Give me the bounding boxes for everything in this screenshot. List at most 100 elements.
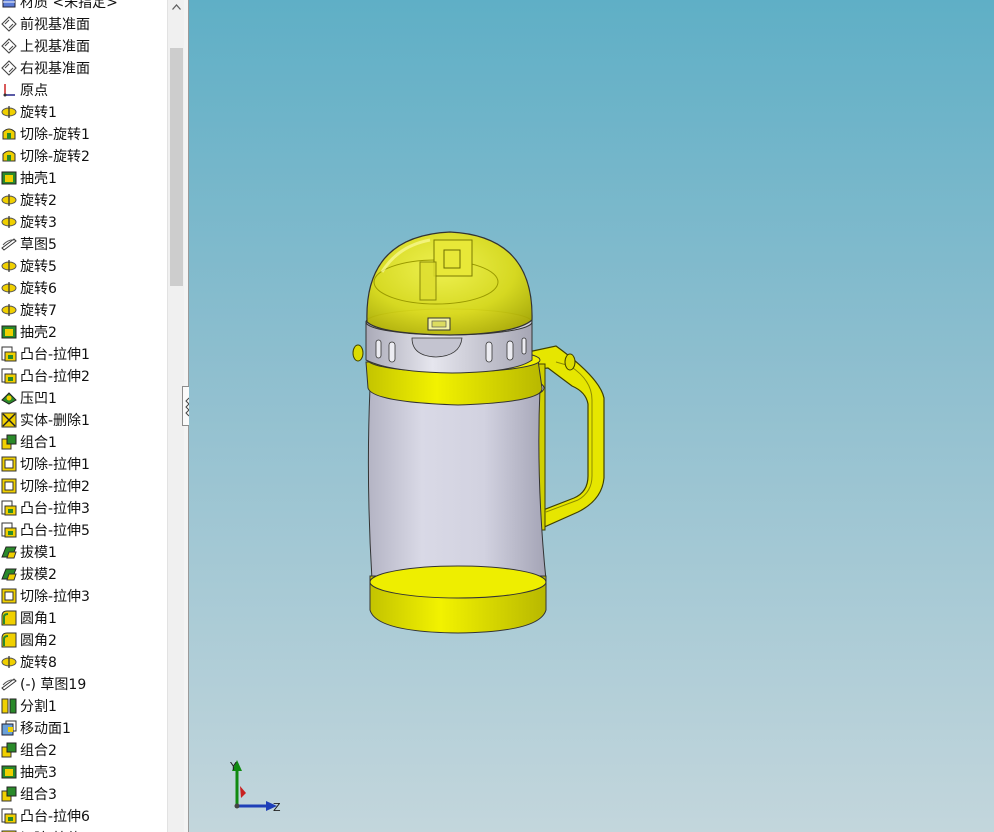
tree-item-label: 旋转5	[20, 259, 57, 275]
tree-item[interactable]: 压凹1	[0, 387, 167, 409]
tree-item[interactable]: 组合2	[0, 739, 167, 761]
tree-item-label: 凸台-拉伸2	[20, 369, 90, 385]
tree-item-label: 旋转7	[20, 303, 57, 319]
tree-item[interactable]: 草图5	[0, 233, 167, 255]
tree-item-label: 组合1	[20, 435, 57, 451]
tree-item[interactable]: 旋转8	[0, 651, 167, 673]
boss-extrude-icon	[1, 500, 17, 516]
tree-item[interactable]: 原点	[0, 79, 167, 101]
tree-item-label: 抽壳1	[20, 171, 57, 187]
tree-item-label: 旋转6	[20, 281, 57, 297]
thermos-bottle-model[interactable]: Y Z	[189, 0, 994, 832]
tree-item[interactable]: 凸台-拉伸5	[0, 519, 167, 541]
fillet-icon	[1, 610, 17, 626]
tree-item[interactable]: 切除-拉伸1	[0, 453, 167, 475]
tree-item[interactable]: 切除-旋转2	[0, 145, 167, 167]
move-face-icon	[1, 720, 17, 736]
tree-item[interactable]: 凸台-拉伸1	[0, 343, 167, 365]
boss-extrude-icon	[1, 522, 17, 538]
tree-item[interactable]: 组合3	[0, 783, 167, 805]
draft-icon	[1, 544, 17, 560]
scroll-up-arrow[interactable]	[168, 0, 185, 14]
tree-item[interactable]: 实体-删除1	[0, 409, 167, 431]
tree-item[interactable]: 旋转7	[0, 299, 167, 321]
combine-icon	[1, 786, 17, 802]
cut-revolve-icon	[1, 126, 17, 142]
tree-item[interactable]: 组合1	[0, 431, 167, 453]
tree-item-label: 上视基准面	[20, 39, 90, 55]
tree-item-label: 原点	[20, 83, 48, 99]
tree-item-label: 旋转3	[20, 215, 57, 231]
bottle-body	[365, 347, 547, 634]
revolve-icon	[1, 280, 17, 296]
boss-extrude-icon	[1, 368, 17, 384]
tree-item[interactable]: 上视基准面	[0, 35, 167, 57]
tree-item-label: 切除-拉伸4	[20, 828, 90, 832]
tree-item[interactable]: 旋转3	[0, 211, 167, 233]
origin-icon	[1, 82, 17, 98]
tree-item-label: 抽壳2	[20, 325, 57, 341]
tree-item[interactable]: 凸台-拉伸6	[0, 805, 167, 827]
tree-item-label: 切除-拉伸3	[20, 589, 90, 605]
tree-item[interactable]: 前视基准面	[0, 13, 167, 35]
tree-item[interactable]: 拔模2	[0, 563, 167, 585]
tree-item-label: 抽壳3	[20, 765, 57, 781]
tree-item[interactable]: 右视基准面	[0, 57, 167, 79]
tree-item-label: 右视基准面	[20, 61, 90, 77]
tree-item[interactable]: 切除-旋转1	[0, 123, 167, 145]
tree-item-label: 移动面1	[20, 721, 71, 737]
tree-item[interactable]: (-) 草图19	[0, 673, 167, 695]
tree-item[interactable]: 抽壳3	[0, 761, 167, 783]
tree-item[interactable]: 圆角1	[0, 607, 167, 629]
tree-item-label: 凸台-拉伸1	[20, 347, 90, 363]
cut-revolve-icon	[1, 148, 17, 164]
tree-item[interactable]: 切除-拉伸3	[0, 585, 167, 607]
tree-item[interactable]: 凸台-拉伸2	[0, 365, 167, 387]
tree-item[interactable]: 移动面1	[0, 717, 167, 739]
graphics-viewport[interactable]: Y Z	[189, 0, 994, 832]
tree-item[interactable]: 旋转5	[0, 255, 167, 277]
tree-item[interactable]: 切除-拉伸2	[0, 475, 167, 497]
tree-item[interactable]: 材质 <未指定>	[0, 0, 167, 13]
tree-item[interactable]: 凸台-拉伸3	[0, 497, 167, 519]
cut-extrude-icon	[1, 456, 17, 472]
split-icon	[1, 698, 17, 714]
tree-item[interactable]: 旋转2	[0, 189, 167, 211]
tree-item-label: 凸台-拉伸3	[20, 501, 90, 517]
tree-item-label: 压凹1	[20, 391, 57, 407]
tree-item-label: 旋转8	[20, 655, 57, 671]
combine-icon	[1, 434, 17, 450]
tree-item[interactable]: 切除-拉伸4	[0, 827, 167, 832]
shell-icon	[1, 764, 17, 780]
tree-item[interactable]: 旋转6	[0, 277, 167, 299]
tree-item[interactable]: 抽壳2	[0, 321, 167, 343]
indent-icon	[1, 390, 17, 406]
tree-item[interactable]: 分割1	[0, 695, 167, 717]
boss-extrude-icon	[1, 808, 17, 824]
sketch-icon	[1, 236, 17, 252]
shell-icon	[1, 324, 17, 340]
tree-item[interactable]: 旋转1	[0, 101, 167, 123]
feature-list: 材质 <未指定> 前视基准面上视基准面右视基准面原点旋转1 切除-旋转1 切除-旋转2…	[0, 0, 167, 832]
tree-item[interactable]: 拔模1	[0, 541, 167, 563]
fillet-icon	[1, 632, 17, 648]
scroll-thumb[interactable]	[170, 48, 183, 286]
tree-item-label: 旋转2	[20, 193, 57, 209]
tree-item-label: 切除-拉伸1	[20, 457, 90, 473]
lid-dome	[366, 231, 533, 336]
feature-manager-tree: 材质 <未指定> 前视基准面上视基准面右视基准面原点旋转1 切除-旋转1 切除-旋转2…	[0, 0, 167, 832]
tree-item-label: 切除-拉伸2	[20, 479, 90, 495]
cut-extrude-icon	[1, 478, 17, 494]
tree-item-label: 旋转1	[20, 105, 57, 121]
tree-item-label: 圆角2	[20, 633, 57, 649]
tree-item[interactable]: 抽壳1	[0, 167, 167, 189]
tree-item-label: 凸台-拉伸6	[20, 809, 90, 825]
boss-extrude-icon	[1, 346, 17, 362]
revolve-icon	[1, 258, 17, 274]
tree-item-label: 拔模2	[20, 567, 57, 583]
material-icon	[1, 0, 17, 10]
delete-body-icon	[1, 412, 17, 428]
tree-item-label: 分割1	[20, 699, 57, 715]
revolve-icon	[1, 214, 17, 230]
tree-item[interactable]: 圆角2	[0, 629, 167, 651]
